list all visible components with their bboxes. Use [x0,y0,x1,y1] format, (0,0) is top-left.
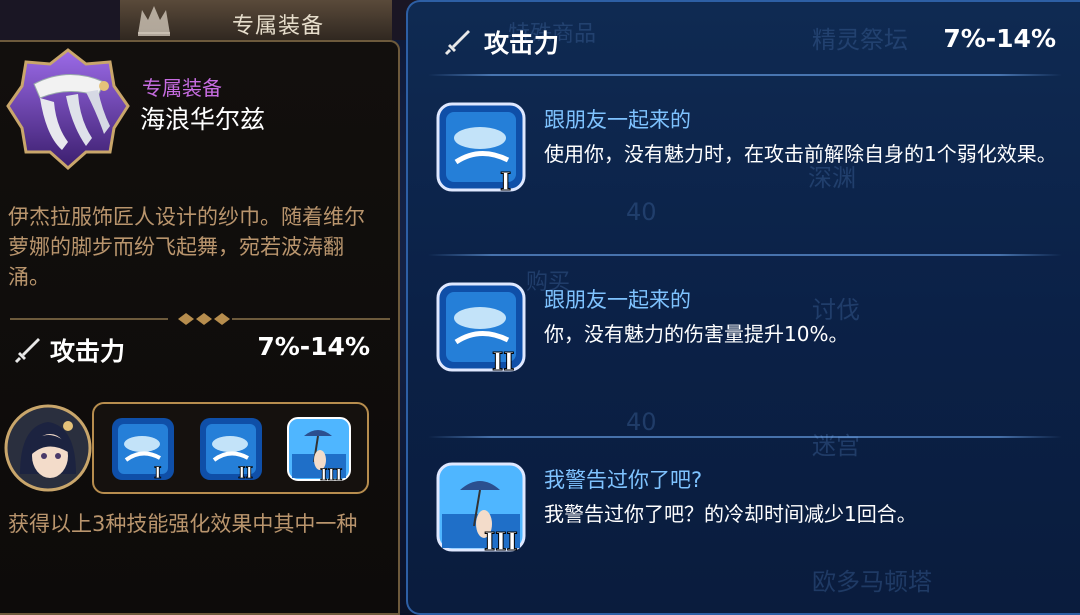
stat-label: 攻击力 [484,29,560,58]
divider [428,436,1062,438]
skill-tier-3-icon[interactable]: III [284,414,354,484]
skill-option-title: 我警告过你了吧? [544,468,703,492]
equipment-name: 海浪华尔兹 [140,105,266,134]
sword-icon [444,30,470,56]
stat-value: 7%-14% [257,332,370,361]
equipment-description: 伊杰拉服饰匠人设计的纱巾。随着维尔萝娜的脚步而纷飞起舞，宛若波涛翻涌。 [8,205,365,289]
skill-option-description: 使用你，没有魅力时，在攻击前解除自身的1个弱化效果。 [544,142,1057,166]
skill-tier-2-icon: II [436,282,526,376]
detail-attack-stat-row: 攻击力 7%-14% [444,24,1056,60]
skill-option-description: 你，没有魅力的伤害量提升10%。 [544,322,849,346]
svg-text:I: I [500,167,511,196]
ghost-menu-level-2: 40 [626,408,657,436]
tab-label: 专属装备 [232,14,325,39]
ghost-menu-labyrinth: 迷宫 [812,432,860,460]
crown-emblem-icon [138,6,170,36]
equipment-panel: 专属装备 海浪华尔兹 伊杰拉服饰匠人设计的纱巾。随着维尔萝娜的脚步而纷飞起舞，宛… [0,40,400,615]
tab-exclusive-equipment[interactable]: 专属装备 [120,0,392,44]
svg-text:I: I [154,463,161,482]
stat-value: 7%-14% [943,24,1056,53]
skill-option-2[interactable]: II 跟朋友一起来的 你，没有魅力的伤害量提升10%。 [434,280,1064,390]
sword-icon [14,338,40,364]
equipment-scarf-icon [6,48,130,171]
skill-option-title: 跟朋友一起来的 [544,288,691,312]
skill-option-3[interactable]: III 我警告过你了吧? 我警告过你了吧？的冷却时间减少1回合。 [434,460,1064,570]
enhancement-footer-text: 获得以上3种技能强化效果中其中一种 [8,512,358,536]
character-portrait-avatar[interactable] [4,404,92,492]
skill-tier-1-icon[interactable]: I [108,414,178,484]
skill-option-1[interactable]: I 跟朋友一起来的 使用你，没有魅力时，在攻击前解除自身的1个弱化效果。 [434,100,1064,210]
svg-text:III: III [320,465,342,484]
skill-detail-panel: 特殊商品 精灵祭坛 深渊 40 购买 讨伐 40 迷宫 欧多马顿塔 攻击力 7%… [406,0,1080,615]
divider [428,254,1062,256]
svg-text:II: II [492,347,514,376]
attack-stat-row: 攻击力 7%-14% [14,332,370,368]
skill-option-description: 我警告过你了吧？的冷却时间减少1回合。 [544,502,917,526]
ornament-divider [10,313,390,325]
skill-tier-2-icon[interactable]: II [196,414,266,484]
skill-tier-1-icon: I [436,102,526,196]
svg-text:II: II [238,463,253,482]
equipment-type: 专属装备 [142,76,222,100]
skill-option-title: 跟朋友一起来的 [544,108,691,132]
skill-enhancement-tray: I II III [92,402,369,494]
svg-text:III: III [484,527,518,556]
skill-tier-3-icon: III [436,462,526,556]
divider [428,74,1062,76]
stat-label: 攻击力 [50,337,126,366]
